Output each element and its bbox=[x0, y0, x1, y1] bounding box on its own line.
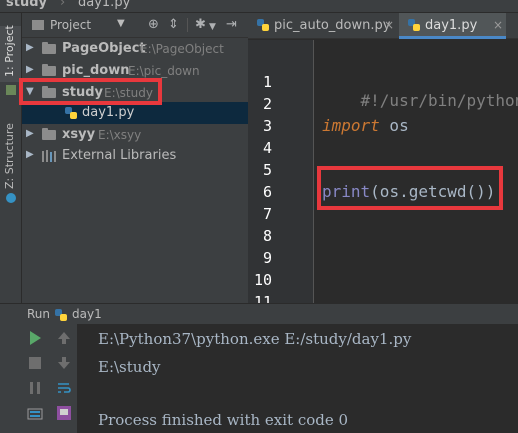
close-icon[interactable]: × bbox=[384, 18, 394, 32]
pause-icon[interactable] bbox=[27, 380, 43, 396]
python-file-icon bbox=[257, 19, 269, 31]
python-file-icon bbox=[65, 107, 77, 119]
study-highlight-box bbox=[19, 78, 162, 105]
tree-item-external-libraries[interactable]: ▶ External Libraries bbox=[22, 145, 248, 167]
python-config-icon bbox=[55, 309, 67, 321]
project-view-selector[interactable]: Project bbox=[50, 18, 91, 32]
code-editor: pic_auto_down.py × day1.py × 1 2 3 4 5 6… bbox=[248, 13, 518, 303]
breadcrumb-separator-icon: › bbox=[60, 0, 66, 10]
expand-arrow-icon[interactable]: ▶ bbox=[26, 42, 34, 53]
soft-wrap-icon[interactable] bbox=[56, 380, 72, 396]
tree-item-name: External Libraries bbox=[62, 148, 177, 163]
tree-item-name: xsyy bbox=[62, 127, 96, 142]
breadcrumb-file[interactable]: day1.py bbox=[78, 0, 130, 10]
structure-tool-tab[interactable]: Z: Structure bbox=[3, 123, 16, 189]
tree-item-name: PageObject bbox=[62, 41, 146, 56]
chevron-down-icon[interactable]: ▼ bbox=[117, 18, 125, 29]
project-tool-icon bbox=[6, 85, 16, 95]
tab-pic-auto-down[interactable]: pic_auto_down.py × bbox=[248, 13, 398, 39]
python-file-icon bbox=[408, 19, 420, 31]
run-toolbar bbox=[0, 324, 78, 433]
expand-arrow-icon[interactable]: ▶ bbox=[26, 64, 34, 75]
expand-arrow-icon[interactable]: ▶ bbox=[26, 149, 34, 160]
console-line-command: E:\Python37\python.exe E:/study/day1.py bbox=[98, 330, 412, 348]
line-number: 2 bbox=[262, 95, 272, 113]
stop-icon[interactable] bbox=[27, 355, 43, 371]
line-number: 9 bbox=[262, 249, 272, 267]
project-panel: Project ▼ ⊕ ⇕ ✱ ▼ ⇥ ▶ PageObject E:\Page… bbox=[22, 13, 248, 303]
tree-item-path: E:\pic_down bbox=[128, 64, 200, 78]
import-module: os bbox=[379, 116, 409, 135]
tree-item-path: E:\xsyy bbox=[98, 128, 142, 142]
folder-icon bbox=[42, 64, 56, 76]
line-number: 8 bbox=[262, 227, 272, 245]
print-line-highlight-box bbox=[317, 166, 503, 210]
left-tool-strip: 1: Project Z: Structure bbox=[0, 13, 22, 303]
rerun-play-icon[interactable] bbox=[27, 330, 43, 346]
project-panel-header: Project ▼ ⊕ ⇕ ✱ ▼ ⇥ bbox=[22, 13, 248, 38]
tree-item-day1-py[interactable]: day1.py bbox=[22, 102, 248, 124]
tree-item-xsyy[interactable]: ▶ xsyy E:\xsyy bbox=[22, 124, 248, 146]
header-divider bbox=[187, 18, 188, 32]
gear-dropdown-icon[interactable]: ▼ bbox=[209, 20, 216, 34]
arrow-up-icon[interactable] bbox=[56, 330, 72, 346]
line-number: 10 bbox=[253, 271, 272, 289]
run-panel-title: Run bbox=[27, 307, 51, 321]
line-number: 3 bbox=[262, 117, 272, 135]
console-line-cwd-output: E:\study bbox=[98, 358, 161, 376]
code-line-3[interactable]: import os bbox=[322, 116, 409, 135]
print-icon[interactable] bbox=[56, 405, 72, 421]
structure-icon bbox=[6, 193, 16, 203]
locate-target-icon[interactable]: ⊕ bbox=[148, 18, 159, 32]
line-number: 7 bbox=[262, 205, 272, 223]
dump-threads-icon[interactable] bbox=[27, 407, 43, 423]
arrow-down-icon[interactable] bbox=[56, 355, 72, 371]
line-number: 4 bbox=[262, 139, 272, 157]
expand-arrow-icon[interactable]: ▶ bbox=[26, 128, 34, 139]
console-line-exit-status: Process finished with exit code 0 bbox=[98, 411, 349, 429]
navigation-bar: study › day1.py bbox=[0, 0, 518, 13]
tab-label: day1.py bbox=[425, 18, 478, 33]
run-configuration-name[interactable]: day1 bbox=[72, 307, 102, 321]
shebang-comment: #!/usr/bin/python3 bbox=[360, 91, 518, 110]
gear-icon[interactable]: ✱ bbox=[195, 18, 206, 32]
hide-panel-icon[interactable]: ⇥ bbox=[226, 18, 237, 32]
project-tool-tab[interactable]: 1: Project bbox=[3, 25, 16, 77]
tree-item-pageobject[interactable]: ▶ PageObject E:\PageObject bbox=[22, 38, 248, 60]
tree-item-name: day1.py bbox=[82, 105, 135, 120]
close-icon[interactable]: × bbox=[493, 18, 503, 32]
tab-label: pic_auto_down.py bbox=[274, 18, 391, 33]
tab-day1[interactable]: day1.py × bbox=[399, 13, 506, 39]
run-panel-header: Run day1 bbox=[0, 303, 518, 324]
line-number-gutter: 1 2 3 4 5 6 7 8 9 10 11 bbox=[248, 40, 314, 303]
line-number: 11 bbox=[253, 293, 272, 303]
tree-item-name: pic_down bbox=[62, 63, 130, 78]
line-number: 6 bbox=[262, 183, 272, 201]
library-icon bbox=[42, 150, 56, 162]
project-folder-icon bbox=[32, 20, 44, 30]
run-console-output[interactable]: E:\Python37\python.exe E:/study/day1.py … bbox=[78, 324, 518, 433]
folder-icon bbox=[42, 42, 56, 54]
collapse-all-icon[interactable]: ⇕ bbox=[168, 18, 179, 32]
editor-tab-bar: pic_auto_down.py × day1.py × bbox=[248, 13, 518, 39]
breadcrumb-project[interactable]: study bbox=[6, 0, 47, 10]
line-number: 1 bbox=[262, 73, 272, 91]
import-keyword: import bbox=[322, 116, 380, 135]
tree-item-path: E:\PageObject bbox=[140, 42, 224, 56]
line-number: 5 bbox=[262, 161, 272, 179]
folder-icon bbox=[42, 128, 56, 140]
